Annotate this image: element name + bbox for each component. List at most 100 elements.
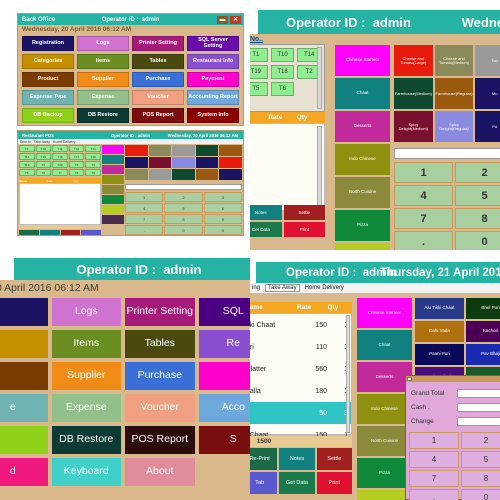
table-button[interactable]: T18 xyxy=(85,153,101,160)
category-button[interactable]: South Indian xyxy=(357,490,412,500)
category-button[interactable]: Chaat xyxy=(357,330,412,360)
keypad-key[interactable]: . xyxy=(394,231,453,250)
keypad-key[interactable]: 0 xyxy=(164,225,203,235)
keypad-key[interactable]: 2 xyxy=(164,192,203,202)
backoffice-button[interactable]: About xyxy=(125,458,195,486)
table-button[interactable]: T8 xyxy=(68,169,85,176)
keypad-key[interactable]: 7 xyxy=(394,208,453,229)
backoffice-button[interactable]: Supplier xyxy=(51,362,121,390)
item-button[interactable]: Farmhouse(Regular) xyxy=(434,78,474,109)
backoffice-button[interactable]: Expense Type xyxy=(22,90,74,105)
item-button[interactable] xyxy=(172,145,195,156)
table-row[interactable]: kki Chaat1501 xyxy=(250,314,351,336)
category-button[interactable]: North Cuisine xyxy=(335,177,390,208)
category-button[interactable]: Chinese Starters xyxy=(357,298,412,328)
backoffice-button[interactable]: Supplier xyxy=(77,72,129,87)
category-button[interactable]: Chaat xyxy=(335,78,390,109)
backoffice-button[interactable]: Printer Setting xyxy=(125,298,195,326)
item-button[interactable]: Farmhouse(Medium) xyxy=(394,78,433,109)
category-button[interactable] xyxy=(102,165,124,174)
backoffice-button[interactable]: Printer Setting xyxy=(132,36,184,51)
backoffice-button[interactable]: Items xyxy=(51,330,121,358)
item-button[interactable] xyxy=(148,145,172,156)
table-button[interactable]: T15 xyxy=(35,153,52,160)
keypad-key[interactable]: 1 xyxy=(125,192,164,202)
action-button[interactable]: Settle xyxy=(283,205,325,220)
settle-keypad-key[interactable]: 4 xyxy=(409,451,459,468)
pos-tab[interactable]: Take Away xyxy=(34,140,50,144)
table-button[interactable]: T2 xyxy=(35,161,52,168)
item-button[interactable] xyxy=(172,157,195,168)
item-button[interactable] xyxy=(148,157,172,168)
backoffice-button[interactable]: Product xyxy=(22,72,74,87)
backoffice-button[interactable]: DB Restore xyxy=(77,108,129,123)
item-button[interactable]: Alu Tikki Chaat xyxy=(415,298,464,319)
settle-keypad-key[interactable]: 7 xyxy=(409,470,459,487)
backoffice-button[interactable]: Tables xyxy=(132,54,184,69)
category-button[interactable] xyxy=(102,205,124,214)
cell-rate[interactable]: 560 xyxy=(297,366,327,373)
keypad-key[interactable]: 8 xyxy=(164,214,203,224)
table-button[interactable]: T16 xyxy=(52,153,68,160)
table-button[interactable]: T12 xyxy=(68,145,85,152)
order-list[interactable] xyxy=(19,183,101,225)
cell-rate[interactable]: 180 xyxy=(297,388,327,395)
action-button[interactable]: Print xyxy=(283,222,325,237)
table-row[interactable]: uri1101 xyxy=(250,336,351,358)
backoffice-button[interactable]: Expense xyxy=(77,90,129,105)
table-button[interactable]: T9 xyxy=(85,169,101,176)
action-button[interactable]: Notes xyxy=(279,448,315,470)
backoffice-button[interactable]: Acco xyxy=(198,394,250,422)
backoffice-button[interactable]: Tables xyxy=(125,330,195,358)
backoffice-button[interactable]: S xyxy=(198,426,250,454)
category-button[interactable] xyxy=(102,185,124,194)
backoffice-button[interactable] xyxy=(198,362,250,390)
item-button[interactable]: Dahi Vada xyxy=(415,321,464,342)
keypad-key[interactable]: 0 xyxy=(455,231,500,250)
item-button[interactable] xyxy=(219,157,242,168)
backoffice-button[interactable]: SQL xyxy=(198,298,250,326)
table-button[interactable]: T10 xyxy=(35,145,52,152)
backoffice-button[interactable]: Items xyxy=(77,54,129,69)
item-button[interactable]: Pa xyxy=(475,111,500,142)
item-button[interactable] xyxy=(172,169,195,180)
action-button[interactable] xyxy=(60,230,81,235)
table-button[interactable]: T3 xyxy=(68,161,85,168)
category-button[interactable]: Desserts xyxy=(335,111,390,142)
backoffice-button[interactable]: Re xyxy=(198,330,250,358)
action-button[interactable] xyxy=(19,230,39,235)
table-button[interactable]: T17 xyxy=(68,153,85,160)
settle-input[interactable] xyxy=(457,416,500,426)
table-row[interactable]: halla1801 xyxy=(250,380,351,402)
table-button[interactable]: T1 xyxy=(19,145,35,152)
item-button[interactable]: Mu xyxy=(475,78,500,109)
category-button[interactable]: Indo Chinese xyxy=(335,144,390,175)
table-button[interactable]: T13 xyxy=(85,145,101,152)
cell-name[interactable]: kki Chaat xyxy=(250,322,297,329)
backoffice-button[interactable]: Restaurant Info xyxy=(187,54,239,69)
cell-rate[interactable]: 150 xyxy=(297,322,327,329)
pos-tab[interactable]: Dine In xyxy=(20,140,31,144)
backoffice-button[interactable] xyxy=(0,426,48,454)
order-list[interactable]: kki Chaat1501uri1101Platter5601halla1801… xyxy=(250,313,352,439)
keypad-key[interactable]: 3 xyxy=(203,192,242,202)
backoffice-button[interactable]: System Info xyxy=(187,108,239,123)
backoffice-button[interactable] xyxy=(0,298,48,326)
cell-name[interactable]: halla xyxy=(250,388,297,395)
cell-qty[interactable]: 1 xyxy=(327,366,348,373)
item-button[interactable]: Cheese and Tomato(Medium) xyxy=(434,45,474,76)
item-button[interactable] xyxy=(195,169,219,180)
cell-qty[interactable]: 3 xyxy=(327,410,348,417)
item-button[interactable]: Paani Puri xyxy=(415,344,464,365)
item-button[interactable] xyxy=(125,157,148,168)
backoffice-button[interactable]: Logs xyxy=(77,36,129,51)
action-button[interactable]: Get Data xyxy=(250,222,282,237)
pos-tab[interactable]: Take Away xyxy=(265,284,300,292)
category-button[interactable] xyxy=(102,195,124,204)
category-button[interactable]: Desserts xyxy=(357,362,412,392)
order-list[interactable] xyxy=(250,123,325,211)
search-input[interactable] xyxy=(125,184,242,190)
keypad-key[interactable]: X xyxy=(203,225,242,235)
close-icon[interactable] xyxy=(407,377,412,381)
pos-tab[interactable]: Home Delivery xyxy=(305,285,344,291)
